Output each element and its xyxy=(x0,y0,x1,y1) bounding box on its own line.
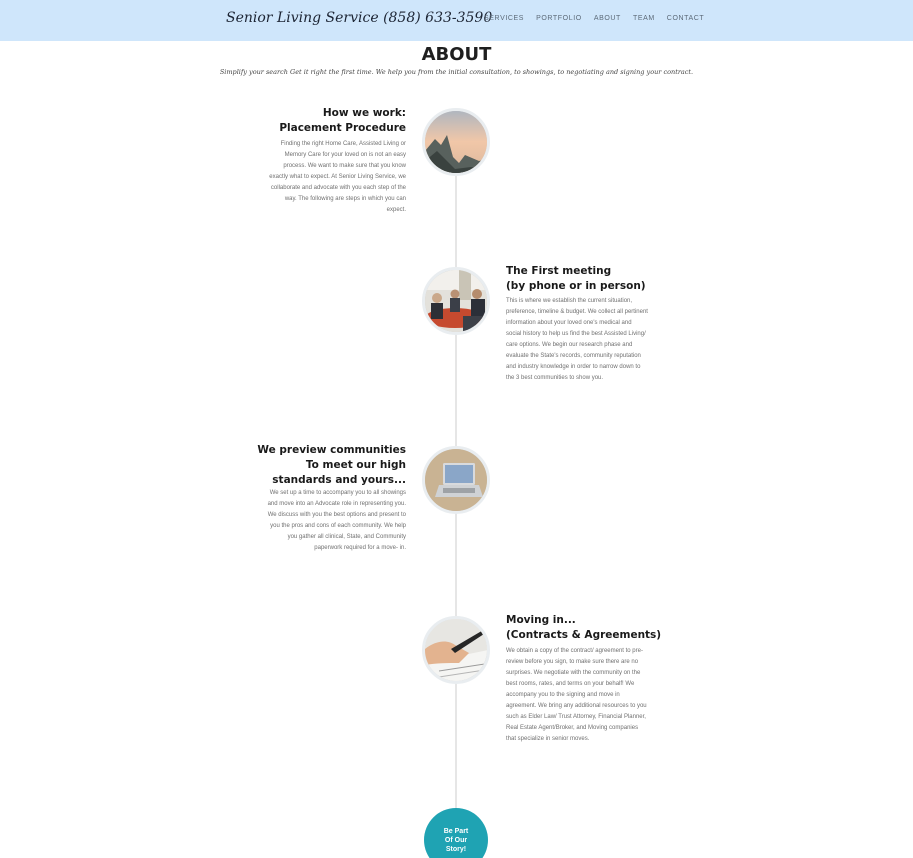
laptop-photo xyxy=(425,449,487,511)
step-4-heading: Moving in... (Contracts & Agreements) xyxy=(506,613,661,643)
step-4-image xyxy=(422,616,490,684)
be-part-of-our-story-button[interactable]: Be Part Of Our Story! xyxy=(424,808,488,858)
step-3-body: We set up a time to accompany you to all… xyxy=(267,490,406,551)
step-1-heading: How we work: Placement Procedure xyxy=(279,106,406,136)
navbar: Senior Living Service (858) 633-3590 SER… xyxy=(0,0,913,41)
step-2-heading-line-2: (by phone or in person) xyxy=(506,280,646,292)
step-4-heading-line-1: Moving in... xyxy=(506,614,576,626)
step-2-image xyxy=(422,267,490,335)
step-1-heading-line-2: Placement Procedure xyxy=(279,122,406,134)
nav-contact[interactable]: CONTACT xyxy=(667,15,705,22)
cta-line-3: Story! xyxy=(445,845,467,853)
brand-logo[interactable]: Senior Living Service (858) 633-3590 xyxy=(226,10,492,26)
step-1-heading-line-1: How we work: xyxy=(322,107,406,119)
step-2-heading-line-1: The First meeting xyxy=(506,265,612,277)
page-subtitle: Simplify your search Get it right the fi… xyxy=(219,68,694,76)
step-2-heading: The First meeting (by phone or in person… xyxy=(506,264,646,294)
step-4-heading-line-2: (Contracts & Agreements) xyxy=(506,629,662,641)
meeting-photo xyxy=(425,270,487,332)
step-3-heading-line-2: To meet our high xyxy=(305,459,406,471)
mountain-sunrise-photo xyxy=(425,111,487,173)
step-3-heading: We preview communities To meet our high … xyxy=(257,443,406,488)
step-2-body: This is where we establish the current s… xyxy=(506,298,648,381)
page-title: ABOUT xyxy=(421,44,492,65)
step-1-body: Finding the right Home Care, Assisted Li… xyxy=(269,141,406,213)
step-3-heading-line-1: We preview communities xyxy=(257,444,406,456)
nav-team[interactable]: TEAM xyxy=(633,15,655,22)
main-nav: SERVICES PORTFOLIO ABOUT TEAM CONTACT xyxy=(484,15,704,22)
cta-line-1: Be Part xyxy=(443,827,469,835)
cta-line-2: Of Our xyxy=(444,836,468,844)
step-3-heading-line-3: standards and yours... xyxy=(272,474,406,486)
signing-photo xyxy=(425,619,487,681)
nav-services[interactable]: SERVICES xyxy=(484,15,524,22)
nav-portfolio[interactable]: PORTFOLIO xyxy=(536,15,582,22)
step-3-image xyxy=(422,446,490,514)
step-4-body: We obtain a copy of the contract/ agreem… xyxy=(506,648,647,742)
step-1-image xyxy=(422,108,490,176)
nav-about[interactable]: ABOUT xyxy=(594,15,621,22)
